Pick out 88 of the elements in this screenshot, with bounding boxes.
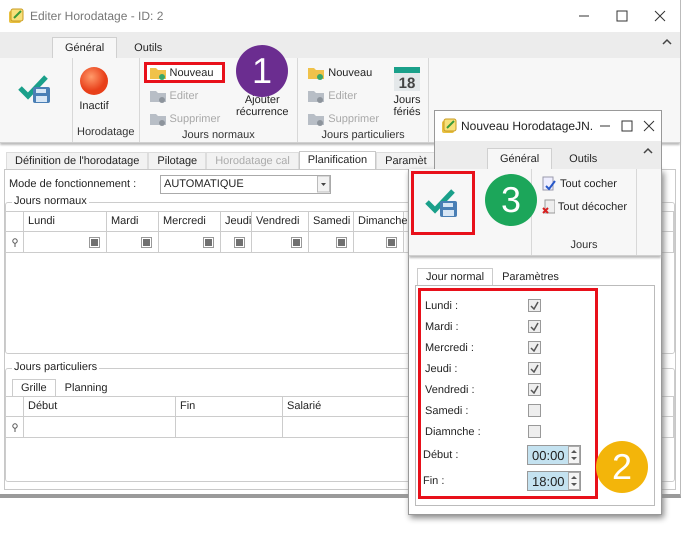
grid-checkbox[interactable] [386, 236, 397, 248]
day-label: Samedi : [424, 404, 470, 416]
time-field[interactable]: 18:00 [527, 471, 581, 491]
window-title: Editer Horodatage - ID: 2 [30, 9, 164, 23]
mode-dropdown[interactable]: AUTOMATIQUE [160, 174, 331, 194]
day-label: Vendredi : [424, 384, 476, 396]
dropdown-arrow-icon [317, 176, 330, 192]
close-icon[interactable] [654, 10, 666, 22]
tab[interactable]: Pilotage [148, 152, 206, 169]
day-checkbox[interactable] [528, 362, 541, 375]
column-header: Fin [176, 397, 283, 417]
folder-icon [148, 88, 166, 102]
day-checkbox[interactable] [528, 341, 541, 354]
day-label: Mardi : [424, 320, 460, 332]
grid-checkbox[interactable] [336, 236, 347, 248]
time-field[interactable]: 00:00 [527, 445, 581, 465]
group-label: Jours particuliers [320, 129, 406, 143]
group-label: Horodatage [77, 126, 134, 140]
column-header: Mercredi [159, 212, 221, 232]
page-check-icon [541, 176, 557, 192]
ribbon-button[interactable]: Nouveau [144, 62, 226, 83]
day-label: Jeudi : [424, 362, 458, 374]
group-title: Jours particuliers [12, 361, 100, 373]
spin-icon[interactable] [568, 446, 580, 464]
tab[interactable]: Planification [298, 151, 376, 169]
collapse-icon[interactable] [662, 38, 672, 46]
grid-checkbox[interactable] [89, 236, 100, 248]
notepad-icon [8, 8, 24, 24]
column-header: Vendredi [252, 212, 309, 232]
tab[interactable]: Paramèt [376, 152, 436, 169]
calendar-icon: 18 [393, 64, 421, 92]
record-icon [79, 66, 109, 96]
grid-checkbox[interactable] [141, 236, 152, 248]
day-label: Lundi : [424, 300, 460, 312]
close-icon[interactable] [643, 120, 655, 132]
folder-icon [148, 112, 166, 126]
folder-icon [148, 66, 166, 80]
day-label: Mercredi : [424, 342, 475, 354]
grid-checkbox[interactable] [203, 236, 214, 248]
day-checkbox[interactable] [528, 383, 541, 396]
pin-icon [12, 422, 18, 432]
column-header: Début [24, 397, 176, 417]
ribbon-tab[interactable]: Outils [121, 37, 176, 58]
holidays-button[interactable]: 18 Jours fériés [390, 60, 424, 118]
column-header: Samedi [309, 212, 354, 232]
time-label: Début : [423, 449, 460, 461]
tab[interactable]: Paramètres [493, 268, 568, 285]
folder-icon [307, 88, 326, 102]
add-recurrence-button[interactable]: Ajouter récurrence [231, 94, 294, 118]
inactif-button[interactable]: Inactif [77, 60, 111, 112]
page-cross-icon [541, 198, 555, 214]
group-label: Jours normaux [180, 129, 256, 143]
notepad-icon [441, 118, 457, 134]
ribbon-button[interactable]: Nouveau [302, 62, 384, 83]
grid-checkbox[interactable] [234, 236, 245, 248]
ribbon-button[interactable]: Tout décocher [536, 196, 632, 217]
ribbon-tab[interactable]: Général [52, 37, 118, 58]
day-checkbox[interactable] [528, 320, 541, 333]
time-label: Fin : [423, 475, 446, 487]
folder-icon [307, 66, 326, 80]
column-header: Lundi [24, 212, 107, 232]
day-checkbox[interactable] [528, 404, 541, 417]
ribbon-tab[interactable]: Général [487, 148, 552, 169]
column-header: Mardi [107, 212, 159, 232]
maximize-icon[interactable] [616, 10, 628, 22]
day-checkbox[interactable] [528, 425, 541, 438]
spin-icon[interactable] [568, 472, 580, 490]
group-label: Jours [570, 239, 598, 253]
ribbon-button[interactable]: Tout cocher [536, 173, 632, 194]
folder-icon [307, 112, 326, 126]
ribbon-tab[interactable]: Outils [556, 148, 610, 169]
empty-cell[interactable] [176, 417, 283, 438]
tab[interactable]: Grille [12, 379, 56, 396]
column-header: Jeudi [221, 212, 252, 232]
tab[interactable]: Jour normal [417, 268, 494, 285]
field-label: Mode de fonctionnement : [9, 178, 138, 190]
tab[interactable]: Définition de l'horodatage [6, 152, 148, 169]
empty-cell[interactable] [24, 417, 176, 438]
pin-icon [12, 238, 18, 246]
collapse-icon[interactable] [643, 147, 653, 155]
group-title: Jours normaux [12, 195, 89, 207]
maximize-icon[interactable] [621, 120, 633, 132]
day-label: Diamnche : [424, 426, 482, 438]
day-checkbox[interactable] [528, 299, 541, 312]
tab[interactable]: Planning [56, 379, 116, 396]
save-button[interactable] [411, 171, 475, 235]
grid-checkbox[interactable] [291, 236, 302, 248]
window-title: Nouveau HorodatageJN. [461, 119, 594, 133]
